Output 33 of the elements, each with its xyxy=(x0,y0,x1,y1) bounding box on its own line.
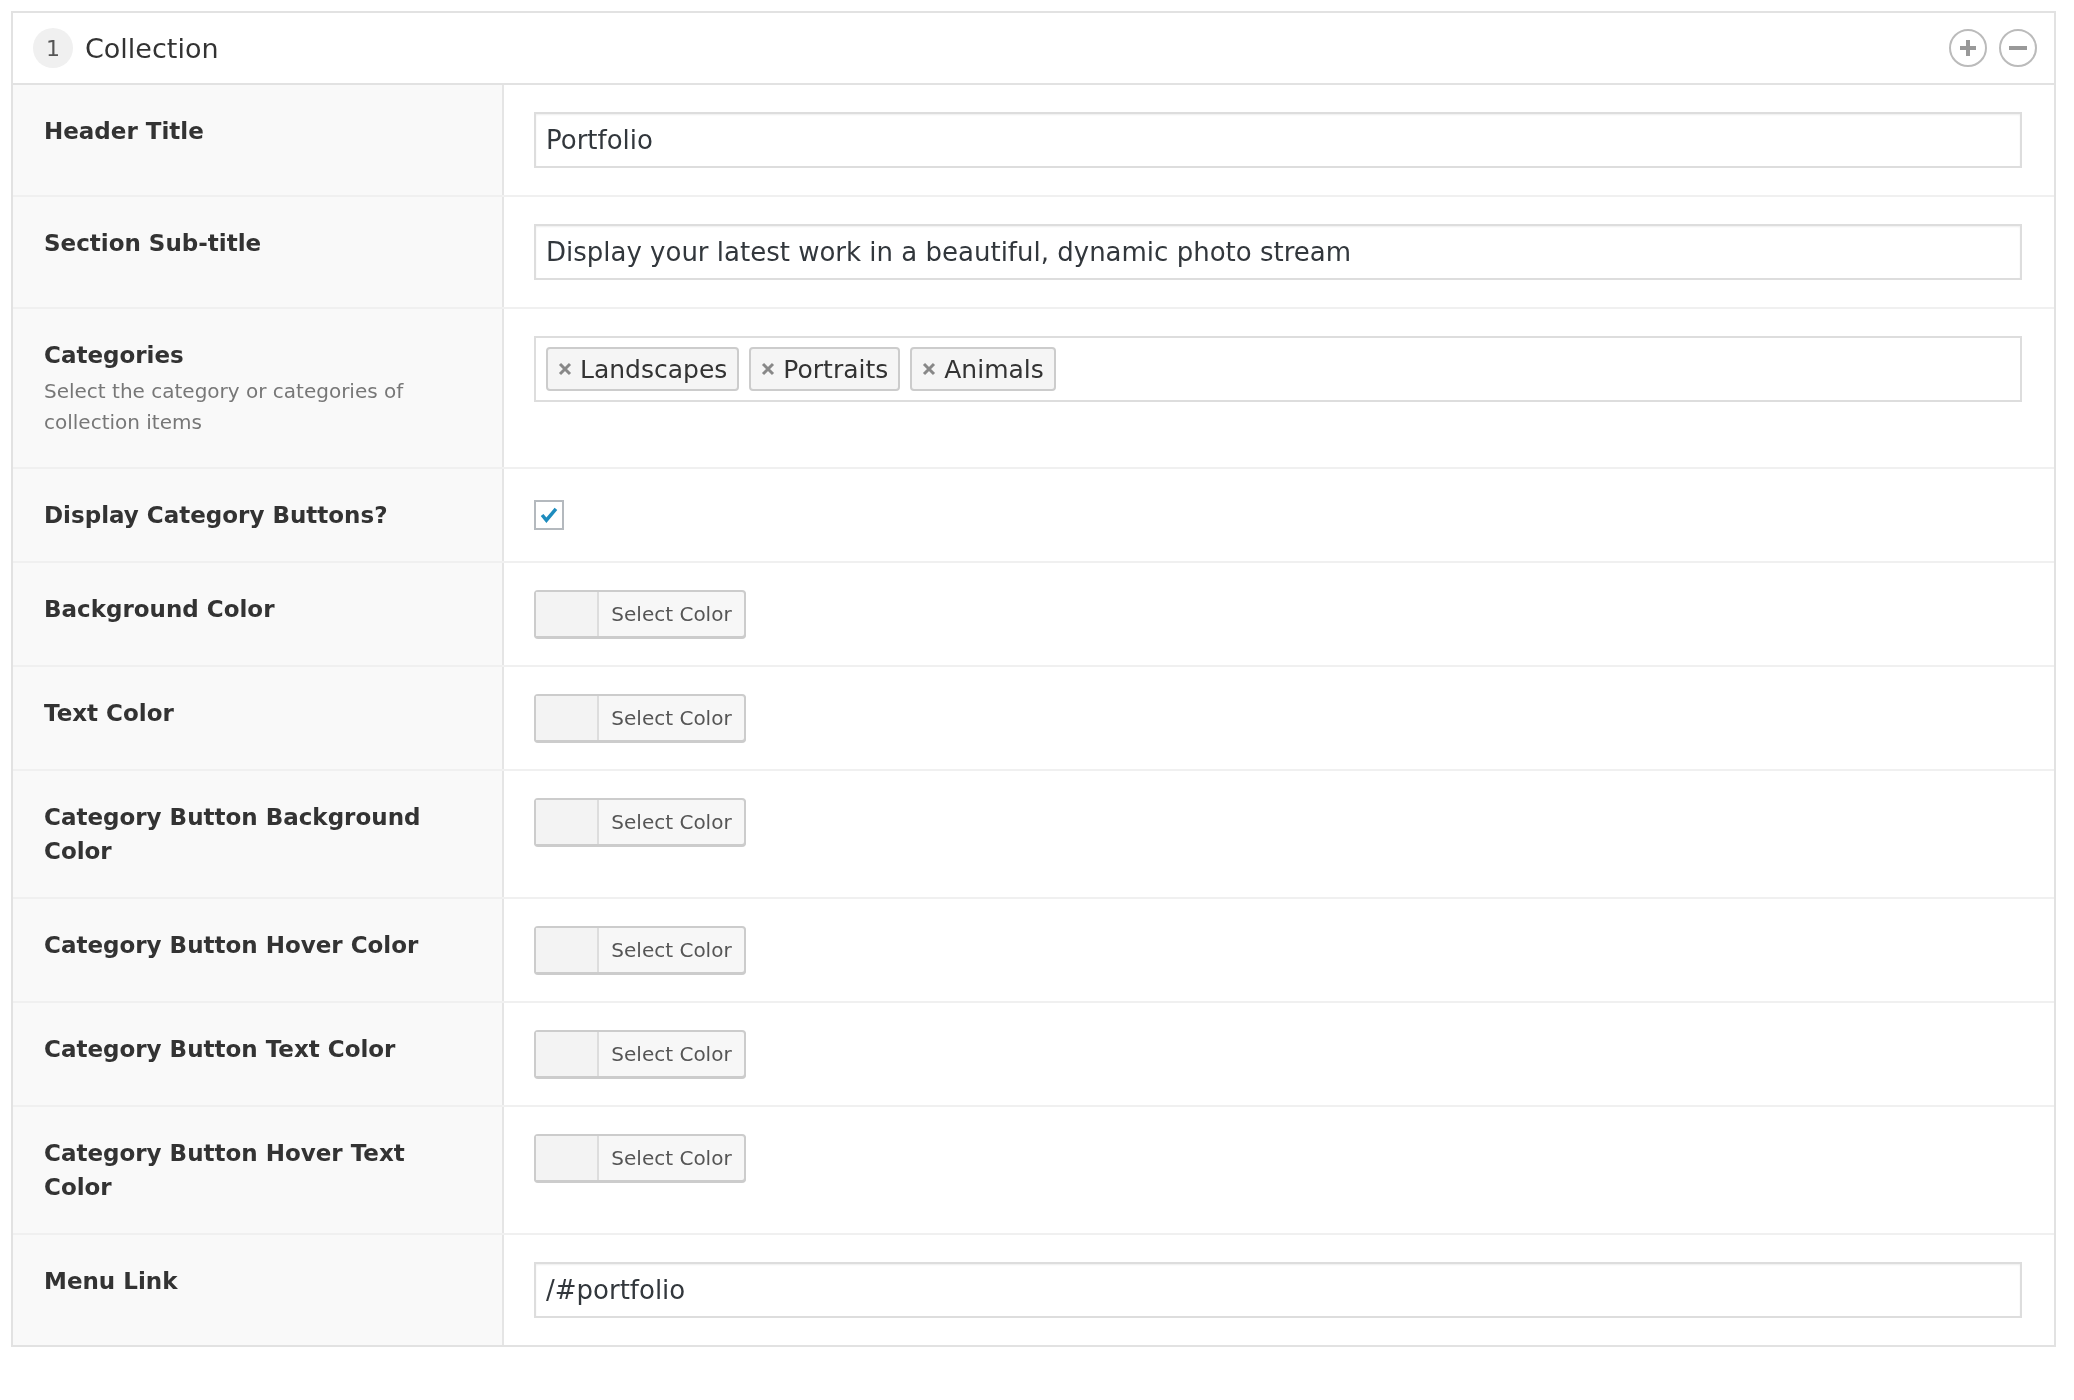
field-label: Header Title xyxy=(44,117,205,146)
field-label: Text Color xyxy=(44,699,175,728)
category-tag[interactable]: Landscapes xyxy=(546,347,740,391)
panel-title: Collection xyxy=(85,32,220,64)
select-color-button[interactable]: Select Color xyxy=(534,590,746,638)
text-field[interactable]: Portfolio xyxy=(534,112,2022,168)
text-field[interactable]: Display your latest work in a beautiful, dynamic photo stream xyxy=(534,224,2022,280)
remove-icon[interactable] xyxy=(761,362,776,376)
category-tag[interactable]: Portraits xyxy=(749,347,901,391)
text-field[interactable]: /#portfolio xyxy=(534,1262,2022,1318)
tag-field[interactable]: Landscapes Portraits Animals xyxy=(534,336,2022,402)
add-icon[interactable] xyxy=(1948,28,1988,68)
field-label: Categories xyxy=(44,341,185,370)
select-color-button[interactable]: Select Color xyxy=(534,1134,746,1182)
select-color-button[interactable]: Select Color xyxy=(534,1030,746,1078)
select-color-button[interactable]: Select Color xyxy=(534,926,746,974)
select-color-button[interactable]: Select Color xyxy=(534,694,746,742)
field-label: Category Button Background Color xyxy=(44,803,422,866)
checkbox[interactable] xyxy=(534,500,564,530)
remove-icon[interactable] xyxy=(922,362,937,376)
remove-icon[interactable] xyxy=(558,362,572,376)
remove-icon[interactable] xyxy=(1998,28,2038,68)
field-label: Category Button Hover Text Color xyxy=(44,1139,406,1202)
field-description: Select the category or categories of collection items xyxy=(44,378,405,436)
field-label: Section Sub-title xyxy=(44,229,263,258)
field-label: Category Button Text Color xyxy=(44,1035,397,1064)
category-tag[interactable]: Animals xyxy=(910,347,1056,391)
field-label: Menu Link xyxy=(44,1267,179,1296)
field-label: Background Color xyxy=(44,595,276,624)
field-label: Category Button Hover Color xyxy=(44,931,420,960)
section-number: 1 xyxy=(33,28,73,68)
field-label: Display Category Buttons? xyxy=(44,501,389,530)
select-color-button[interactable]: Select Color xyxy=(534,798,746,846)
